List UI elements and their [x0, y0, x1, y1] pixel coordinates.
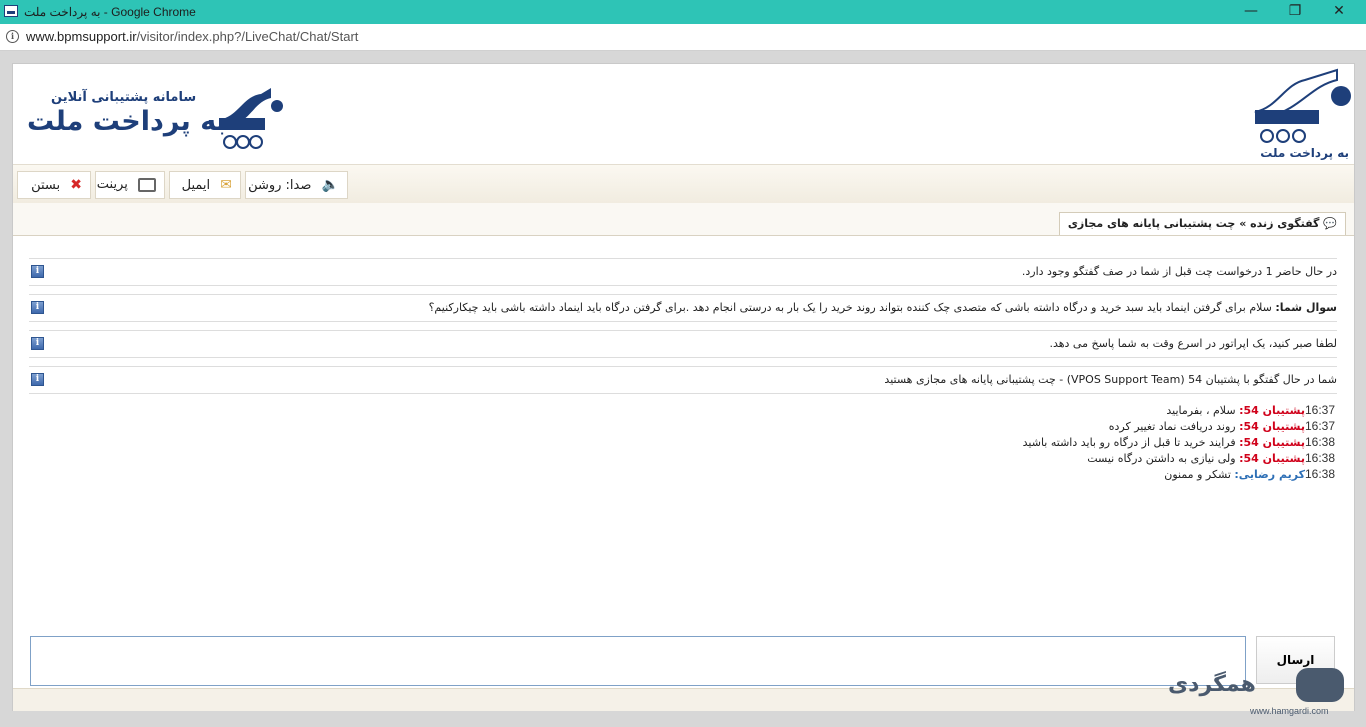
speech-bubble-icon: 💬: [1323, 217, 1337, 230]
system-message-text: شما در حال گفتگو با پشتیبان 54 (VPOS Sup…: [884, 373, 1337, 386]
sound-toggle-button[interactable]: 🔈 صدا: روشن: [245, 171, 348, 199]
envelope-icon: ✉: [220, 177, 232, 193]
message-input[interactable]: [30, 636, 1246, 686]
email-label: ایمیل: [181, 178, 211, 193]
chat-line: 16:37پشتیبان 54: سلام ، بفرمایید: [1166, 402, 1335, 418]
close-x-icon: ✖: [70, 177, 82, 193]
speaker-icon: 🔈: [321, 177, 339, 193]
chat-line: 16:38پشتیبان 54: فرایند خرید تا قبل از د…: [1023, 434, 1335, 450]
watermark-logo-icon: [1296, 668, 1344, 702]
tab-bar: 💬 گفتگوی زنده » چت پشتیبانی پایانه های م…: [13, 203, 1354, 236]
system-message: i شما در حال گفتگو با پشتیبان 54 (VPOS S…: [29, 366, 1337, 394]
info-icon: i: [31, 265, 44, 278]
watermark-brand: همگردی: [1168, 672, 1256, 697]
printer-icon: [138, 177, 156, 192]
chat-sender: پشتیبان 54:: [1239, 452, 1305, 465]
watermark-url: www.hamgardi.com: [1250, 706, 1329, 716]
chat-line: 16:37پشتیبان 54: روند دریافت نماد تغییر …: [1109, 418, 1335, 434]
chat-text: سلام ، بفرمایید: [1166, 404, 1236, 417]
chat-sender: پشتیبان 54:: [1239, 420, 1305, 433]
logo-mark-right-icon: [1254, 68, 1351, 143]
brand-logo-right: به پرداخت ملت: [1251, 68, 1351, 162]
info-icon: i: [31, 373, 44, 386]
chat-time: 16:37: [1304, 419, 1335, 433]
chat-line: 16:38پشتیبان 54: ولی نیازی به داشتن درگا…: [1087, 450, 1335, 466]
info-icon: i: [31, 337, 44, 350]
chat-sender: کریم رضایی:: [1234, 468, 1305, 481]
chat-text: روند دریافت نماد تغییر کرده: [1108, 420, 1236, 433]
logo-subtitle: سامانه پشتیبانی آنلاین: [51, 90, 197, 105]
tab-live-chat-label: گفتگوی زنده » چت پشتیبانی پایانه های مجا…: [1067, 217, 1320, 230]
url-host: www.bpmsupport.ir: [26, 29, 137, 44]
page-header: سامانه پشتیبانی آنلاین به پرداخت ملت به …: [13, 64, 1354, 165]
question-text-wrap: سوال شما: سلام برای گرفتن اینماد باید سب…: [429, 301, 1337, 314]
system-message-text: لطفا صبر کنید، یک اپراتور در اسرع وقت به…: [1049, 337, 1337, 350]
email-button[interactable]: ✉ ایمیل: [169, 171, 241, 199]
app-logo-icon: [4, 5, 18, 17]
site-info-icon[interactable]: i: [6, 30, 19, 43]
logo-mark-icon: [219, 88, 283, 149]
info-icon: i: [31, 301, 44, 314]
watermark: همگردی www.hamgardi.com: [1160, 664, 1360, 722]
chat-time: 16:38: [1304, 467, 1335, 481]
chat-text: فرایند خرید تا قبل از درگاه رو باید داشت…: [1022, 436, 1236, 449]
url-text[interactable]: www.bpmsupport.ir/visitor/index.php?/Liv…: [26, 29, 358, 44]
chat-line: 16:38کریم رضایی: تشکر و ممنون: [1164, 466, 1335, 482]
print-label: پرینت: [96, 177, 128, 192]
chat-page: سامانه پشتیبانی آنلاین به پرداخت ملت به …: [12, 63, 1355, 711]
chat-time: 16:37: [1304, 403, 1335, 417]
chat-time: 16:38: [1304, 451, 1335, 465]
page-footer: [13, 688, 1354, 711]
close-chat-button[interactable]: ✖ بستن: [17, 171, 91, 199]
minimize-button[interactable]: —: [1228, 0, 1274, 24]
address-bar[interactable]: i www.bpmsupport.ir/visitor/index.php?/L…: [0, 24, 1366, 51]
sound-label: صدا: روشن: [248, 178, 312, 193]
chat-toolbar: ✖ بستن پرینت ✉ ایمیل 🔈 صدا: روشن: [13, 165, 1354, 204]
print-button[interactable]: پرینت: [95, 171, 165, 199]
close-chat-label: بستن: [31, 178, 61, 193]
restore-button[interactable]: ❐: [1272, 0, 1318, 24]
logo-right-text: به پرداخت ملت: [1260, 146, 1349, 160]
browser-titlebar: به پرداخت ملت - Google Chrome — ❐ ✕: [0, 0, 1366, 24]
tab-live-chat[interactable]: 💬 گفتگوی زنده » چت پشتیبانی پایانه های م…: [1058, 212, 1346, 235]
system-message-question: i سوال شما: سلام برای گرفتن اینماد باید …: [29, 294, 1337, 322]
chat-text: ولی نیازی به داشتن درگاه نیست: [1087, 452, 1236, 465]
question-text: سلام برای گرفتن اینماد باید سبد خرید و د…: [428, 301, 1272, 314]
question-label: سوال شما:: [1275, 301, 1337, 314]
close-window-button[interactable]: ✕: [1316, 0, 1362, 24]
chat-sender: پشتیبان 54:: [1239, 436, 1305, 449]
system-message-text: در حال حاضر 1 درخواست چت قبل از شما در ص…: [1021, 265, 1337, 278]
system-message: i در حال حاضر 1 درخواست چت قبل از شما در…: [29, 258, 1337, 286]
system-message: i لطفا صبر کنید، یک اپراتور در اسرع وقت …: [29, 330, 1337, 358]
chat-text: تشکر و ممنون: [1164, 468, 1231, 481]
chat-time: 16:38: [1304, 435, 1335, 449]
url-path: /visitor/index.php?/LiveChat/Chat/Start: [136, 29, 359, 44]
brand-logo: سامانه پشتیبانی آنلاین به پرداخت ملت: [27, 80, 287, 152]
window-title: به پرداخت ملت - Google Chrome: [24, 5, 196, 19]
logo-title: به پرداخت ملت: [27, 106, 227, 137]
chat-sender: پشتیبان 54:: [1239, 404, 1305, 417]
